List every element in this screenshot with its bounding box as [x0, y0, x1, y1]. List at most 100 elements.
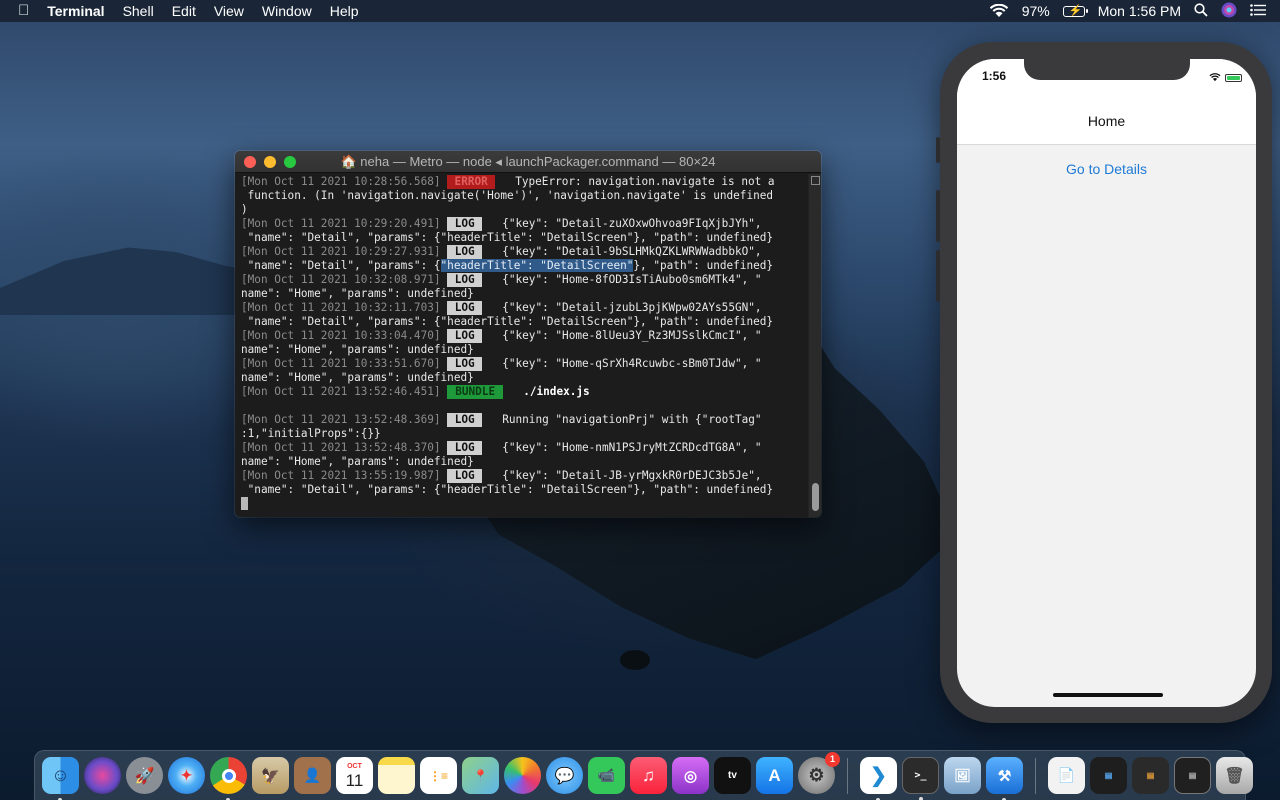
text-cursor: [241, 497, 248, 510]
home-folder-icon: 🏠: [340, 153, 361, 169]
scrollbar-thumb[interactable]: [812, 483, 819, 511]
log-level-badge: LOG: [447, 329, 483, 343]
terminal-prompt-line[interactable]: [241, 497, 807, 511]
menu-window[interactable]: Window: [253, 0, 321, 22]
terminal-titlebar[interactable]: 🏠 neha — Metro — node ◂ launchPackager.c…: [235, 151, 821, 173]
photos-icon[interactable]: [504, 757, 541, 794]
menu-shell[interactable]: Shell: [114, 0, 163, 22]
navigation-header: Home: [957, 101, 1256, 145]
siri-icon[interactable]: [84, 757, 121, 794]
vscode-icon[interactable]: ❯: [860, 757, 897, 800]
volume-up-button[interactable]: [936, 190, 940, 242]
log-message: {"key": "Detail-9bSLHMkQZKLWRWWadbbkO",: [502, 245, 762, 258]
log-message: name": "Home", "params": undefined}: [241, 287, 474, 300]
log-message: "name": "Detail", "params": {: [241, 259, 441, 272]
mail-icon[interactable]: 🦅: [252, 757, 289, 794]
terminal-line: name": "Home", "params": undefined}: [241, 371, 807, 385]
terminal-line: [Mon Oct 11 2021 10:28:56.568] ERROR Type…: [241, 175, 807, 189]
log-message: {"key": "Home-8lUeu3Y_Rz3MJSslkCmcI", ": [502, 329, 762, 342]
log-timestamp: [Mon Oct 11 2021 13:52:48.369]: [241, 413, 441, 426]
home-indicator[interactable]: [1053, 693, 1163, 697]
menu-clock[interactable]: Mon 1:56 PM: [1098, 3, 1181, 19]
podcasts-icon[interactable]: ◎: [672, 757, 709, 794]
safari-icon[interactable]: ✦: [168, 757, 205, 794]
window-thumbnail-1-icon[interactable]: ▤: [1090, 757, 1127, 794]
music-icon[interactable]: ♫: [630, 757, 667, 794]
terminal-line: ): [241, 203, 807, 217]
terminal-line: [Mon Oct 11 2021 10:32:08.971] LOG {"key"…: [241, 273, 807, 287]
log-level-badge: LOG: [447, 441, 483, 455]
menu-edit[interactable]: Edit: [163, 0, 205, 22]
document-icon[interactable]: 📄: [1048, 757, 1085, 794]
app-menu[interactable]: Terminal: [38, 0, 113, 22]
volume-down-button[interactable]: [936, 250, 940, 302]
close-window-button[interactable]: [244, 155, 256, 168]
preview-icon[interactable]: 🖼: [944, 757, 981, 794]
spotlight-search-icon[interactable]: [1194, 2, 1208, 20]
log-message: name": "Home", "params": undefined}: [241, 455, 474, 468]
terminal-scrollbar[interactable]: [808, 174, 821, 517]
terminal-line: :1,"initialProps":{}}: [241, 427, 807, 441]
wallpaper-rock: [620, 650, 650, 670]
log-timestamp: [Mon Oct 11 2021 10:29:27.931]: [241, 245, 441, 258]
battery-percent[interactable]: 97%: [1022, 3, 1050, 19]
go-to-details-button[interactable]: Go to Details: [957, 161, 1256, 177]
menu-view[interactable]: View: [205, 0, 253, 22]
notes-icon[interactable]: [378, 757, 415, 794]
trash-icon[interactable]: 🗑: [1216, 757, 1253, 794]
simulator-screen[interactable]: 1:56 Home Go to Details: [957, 59, 1256, 707]
log-message: {"key": "Home-nmN1PSJryMtZCRDcdTG8A", ": [502, 441, 762, 454]
terminal-line: name": "Home", "params": undefined}: [241, 455, 807, 469]
calendar-icon[interactable]: OCT 11: [336, 757, 373, 794]
maps-icon[interactable]: 📍: [462, 757, 499, 794]
wifi-icon[interactable]: [989, 4, 1009, 18]
notification-center-icon[interactable]: [1250, 3, 1266, 19]
terminal-line: "name": "Detail", "params": {"headerTitl…: [241, 315, 807, 329]
battery-icon[interactable]: ⚡: [1062, 5, 1088, 17]
reminders-icon[interactable]: ⋮≡: [420, 757, 457, 794]
header-title: Home: [1087, 113, 1126, 129]
scroll-split-button[interactable]: [811, 176, 820, 185]
finder-icon[interactable]: ☺: [42, 757, 79, 800]
menu-help[interactable]: Help: [321, 0, 368, 22]
terminal-line: [Mon Oct 11 2021 10:29:20.491] LOG {"key"…: [241, 217, 807, 231]
log-message: {"key": "Detail-zuXOxwOhvoa9FIqXjbJYh",: [502, 217, 762, 230]
window-thumbnail-3-icon[interactable]: ▤: [1174, 757, 1211, 794]
log-timestamp: [Mon Oct 11 2021 13:55:19.987]: [241, 469, 441, 482]
apple-menu-icon[interactable]: : [0, 0, 38, 22]
mute-switch[interactable]: [936, 137, 940, 163]
dock: ☺ 🚀 ✦ 🦅 👤 OCT 11 ⋮≡ 📍 💬 📹 ♫ ◎ tv A ⚙ 1 ❯…: [34, 750, 1253, 800]
app-store-icon[interactable]: A: [756, 757, 793, 794]
system-preferences-icon[interactable]: ⚙ 1: [798, 752, 840, 794]
terminal-line: [Mon Oct 11 2021 13:52:48.369] LOG Runnin…: [241, 413, 807, 427]
terminal-line: [Mon Oct 11 2021 10:33:51.670] LOG {"key"…: [241, 357, 807, 371]
log-level-badge: LOG: [447, 357, 483, 371]
launchpad-icon[interactable]: 🚀: [126, 757, 163, 794]
terminal-output[interactable]: [Mon Oct 11 2021 10:28:56.568] ERROR Type…: [239, 175, 807, 517]
terminal-line: name": "Home", "params": undefined}: [241, 287, 807, 301]
minimize-window-button[interactable]: [264, 155, 276, 168]
log-level-badge: LOG: [447, 301, 483, 315]
terminal-line: "name": "Detail", "params": {"headerTitl…: [241, 259, 807, 273]
terminal-icon[interactable]: >_: [902, 757, 939, 800]
facetime-icon[interactable]: 📹: [588, 757, 625, 794]
siri-menu-icon[interactable]: [1221, 2, 1237, 21]
terminal-window[interactable]: 🏠 neha — Metro — node ◂ launchPackager.c…: [235, 151, 821, 517]
chrome-icon[interactable]: [210, 757, 247, 800]
terminal-line: [Mon Oct 11 2021 13:52:48.370] LOG {"key"…: [241, 441, 807, 455]
dock-separator: [847, 757, 848, 794]
contacts-icon[interactable]: 👤: [294, 757, 331, 794]
tv-icon[interactable]: tv: [714, 757, 751, 794]
zoom-window-button[interactable]: [284, 155, 296, 168]
messages-icon[interactable]: 💬: [546, 757, 583, 794]
terminal-line: [Mon Oct 11 2021 13:55:19.987] LOG {"key"…: [241, 469, 807, 483]
calendar-day: 11: [345, 770, 364, 790]
log-message: name": "Home", "params": undefined}: [241, 371, 474, 384]
sysprefs-badge: 1: [825, 752, 840, 767]
log-message: function. (In 'navigation.navigate('Home…: [241, 189, 774, 202]
log-message: "name": "Detail", "params": {"headerTitl…: [241, 315, 774, 328]
xcode-icon[interactable]: ⚒: [986, 757, 1023, 800]
window-thumbnail-2-icon[interactable]: ▤: [1132, 757, 1169, 794]
calendar-month: OCT: [347, 762, 362, 770]
